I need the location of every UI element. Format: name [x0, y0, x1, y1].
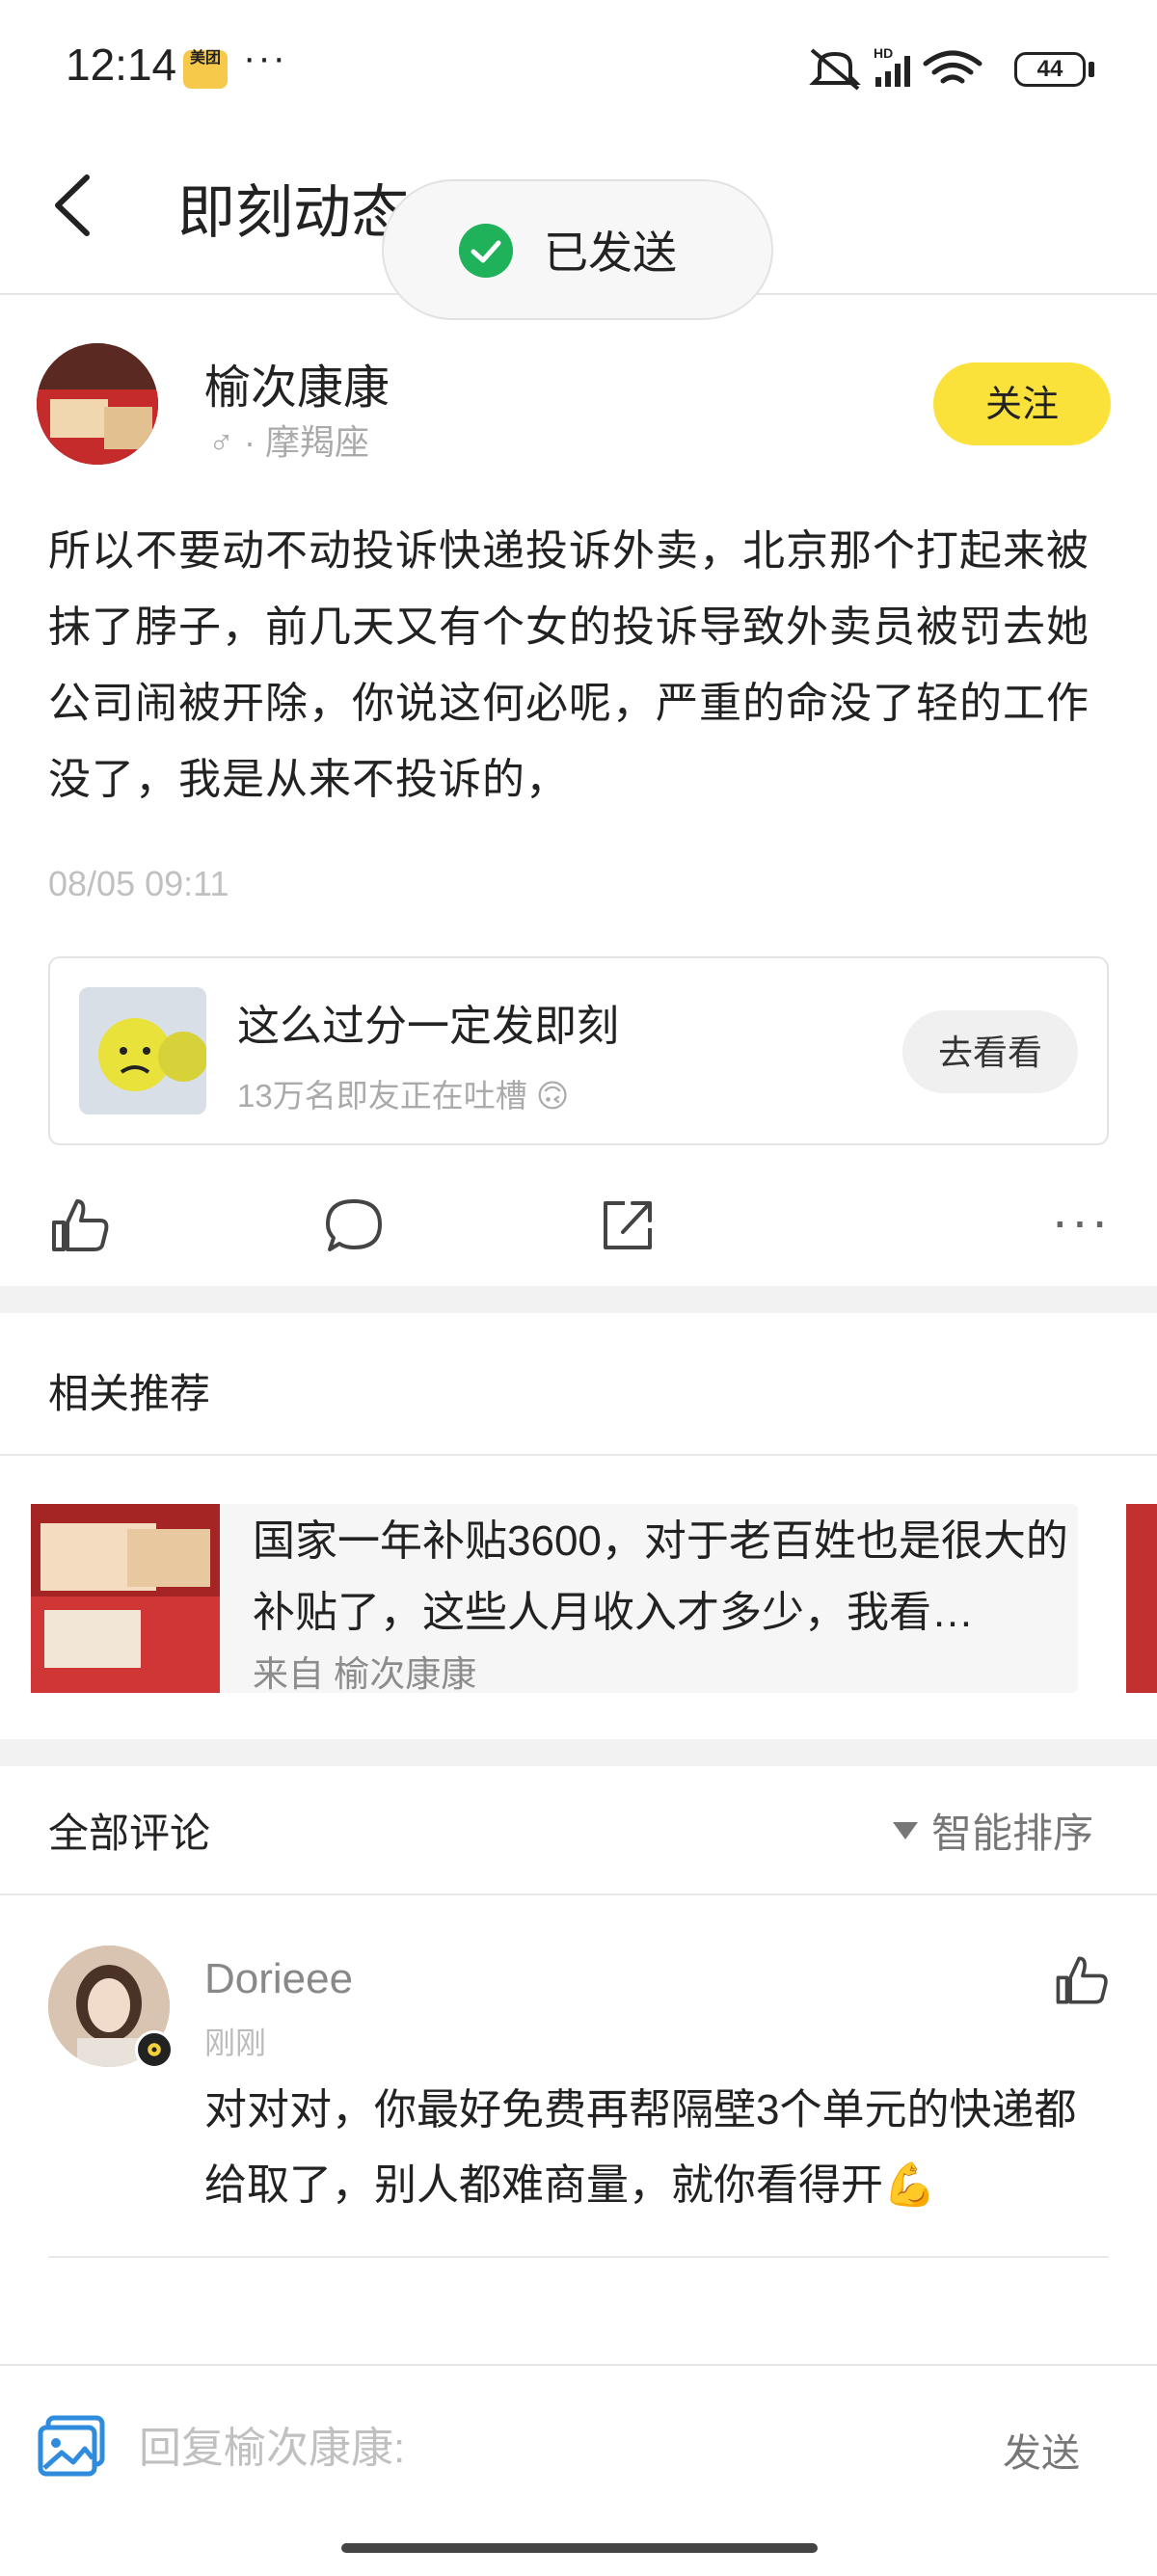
promo-image	[79, 987, 206, 1114]
go-see-button[interactable]: 去看看	[902, 1010, 1078, 1093]
divider	[0, 1893, 1157, 1895]
home-indicator[interactable]	[341, 2543, 818, 2553]
author-name[interactable]: 榆次康康	[204, 349, 390, 416]
comment-time: 刚刚	[204, 2026, 267, 2060]
divider	[48, 2256, 1109, 2258]
post-text: 所以不要动不动投诉快递投诉外卖，北京那个打起来被抹了脖子，前几天又有个女的投诉导…	[48, 527, 1090, 803]
commenter-name[interactable]: Dorieee	[204, 1955, 353, 2003]
silent-bell-icon	[809, 48, 861, 91]
section-divider	[0, 1739, 1157, 1766]
sort-caret-icon	[893, 1822, 918, 1839]
wifi-icon	[923, 50, 982, 84]
comment-like-icon[interactable]	[1053, 1951, 1111, 2009]
notification-more-icon: ···	[243, 37, 287, 79]
check-circle-icon	[459, 224, 513, 278]
related-next-card[interactable]	[1126, 1504, 1157, 1693]
back-arrow-icon[interactable]	[48, 172, 96, 239]
related-text: 国家一年补贴3600，对于老百姓也是很大的补贴了，这些人月收入才多少，我看…	[253, 1517, 1068, 1636]
sort-button[interactable]: 智能排序	[931, 1801, 1093, 1860]
section-divider	[0, 1286, 1157, 1313]
comment-text: 对对对，你最好免费再帮隔壁3个单元的快递都给取了，别人都难商量，就你看得开💪	[204, 2086, 1077, 2209]
divider	[0, 1454, 1157, 1456]
share-icon[interactable]	[596, 1194, 659, 1257]
promo-subtitle: 13万名即友正在吐槽 🙃	[237, 1078, 570, 1114]
comments-title: 全部评论	[48, 1811, 211, 1856]
follow-button[interactable]: 关注	[933, 362, 1111, 445]
send-button[interactable]: 发送	[1003, 2422, 1080, 2478]
battery-icon: 44	[1014, 52, 1086, 87]
promo-title: 这么过分一定发即刻	[237, 1003, 619, 1050]
page-title: 即刻动态	[177, 180, 409, 245]
related-source: 来自 榆次康康	[253, 1654, 477, 1694]
meituan-app-icon: 美团	[183, 50, 228, 89]
status-icons: HD	[809, 45, 982, 91]
more-icon[interactable]: ···	[1051, 1194, 1111, 1248]
toast-text: 已发送	[544, 228, 677, 278]
post-date: 08/05 09:11	[48, 864, 229, 903]
status-time: 12:14	[66, 40, 177, 90]
author-avatar[interactable]	[37, 343, 158, 465]
like-icon[interactable]	[48, 1194, 112, 1257]
related-image	[31, 1504, 220, 1693]
image-picker-icon[interactable]	[37, 2414, 106, 2478]
reply-input[interactable]	[137, 2416, 970, 2482]
svg-text:HD: HD	[874, 45, 893, 61]
related-title: 相关推荐	[48, 1371, 211, 1416]
comment-icon[interactable]	[322, 1194, 386, 1257]
flower-badge-icon	[135, 2030, 174, 2069]
signal-icon: HD	[874, 45, 910, 87]
author-meta: ♂ · 摩羯座	[208, 422, 369, 462]
battery-tip	[1089, 62, 1094, 77]
